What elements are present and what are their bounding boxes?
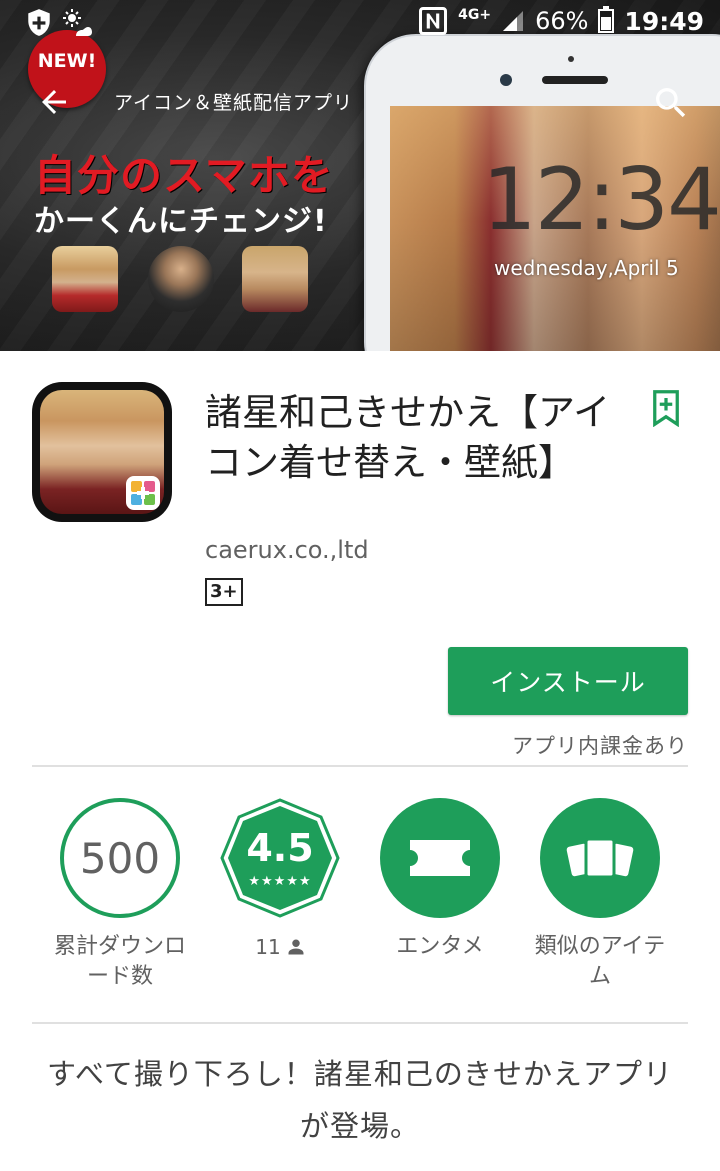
banner-tagline: アイコン＆壁紙配信アプリ: [114, 92, 354, 114]
sample-icon-1: [52, 246, 118, 312]
downloads-badge: 500: [60, 798, 180, 918]
brightness-auto-icon: [63, 9, 92, 36]
phone-wallpaper: 12:34 wednesday,April 5: [390, 106, 720, 351]
install-button[interactable]: インストール: [448, 647, 688, 715]
search-button[interactable]: [648, 80, 694, 126]
battery-icon: [598, 6, 615, 33]
downloads-stat: 500 累計ダウンロード数: [40, 798, 200, 992]
search-icon: [656, 88, 686, 118]
ticket-icon: [410, 840, 470, 876]
downloads-label: 累計ダウンロード数: [53, 934, 186, 989]
hero-banner: 12:34 wednesday,April 5 アイコン＆壁紙配信アプリ 自分の…: [0, 0, 720, 351]
phone-speaker: [542, 76, 608, 84]
rating-stars: ★★★★★: [248, 874, 312, 889]
banner-subheadline: かーくんにチェンジ!: [34, 204, 328, 239]
app-description[interactable]: すべて撮り下ろし！諸星和己のきせかえアプリが登場。: [40, 1048, 680, 1152]
sample-icon-3: [242, 246, 308, 312]
lockscreen-time: 12:34: [482, 150, 720, 250]
content-rating-badge: 3+: [205, 578, 243, 606]
similar-label: 類似のアイテム: [534, 934, 666, 989]
lockscreen-date: wednesday,April 5: [494, 256, 679, 280]
app-title: 諸星和己きせかえ【アイコン着せ替え・壁紙】: [205, 391, 611, 484]
person-icon: [288, 939, 304, 955]
divider: [32, 1022, 688, 1024]
app-icon-image: [40, 390, 164, 514]
banner-headline: 自分のスマホを: [34, 151, 334, 200]
category-badge: [380, 798, 500, 918]
category-stat[interactable]: エンタメ: [360, 798, 520, 962]
battery-percent: 66%: [535, 7, 589, 35]
bookmark-add-icon: [653, 390, 679, 427]
phone-camera: [500, 74, 512, 86]
rating-stat[interactable]: 4.5 ★★★★★ 11: [200, 798, 360, 963]
theme-badge-icon: [126, 476, 160, 510]
rating-value: 4.5: [246, 826, 314, 870]
cards-icon: [566, 837, 634, 879]
nfc-icon: [419, 7, 448, 35]
review-count: 11: [255, 932, 304, 962]
signal-icon: [503, 11, 524, 31]
app-icon: [32, 382, 172, 522]
add-to-wishlist-button[interactable]: [646, 388, 686, 428]
rating-badge: 4.5 ★★★★★: [220, 798, 340, 918]
shield-plus-icon: [28, 9, 50, 36]
divider: [32, 765, 688, 767]
similar-stat[interactable]: 類似のアイテム: [520, 798, 680, 992]
similar-badge: [540, 798, 660, 918]
category-label: エンタメ: [396, 934, 484, 959]
sample-icon-2: [148, 246, 214, 312]
developer-link[interactable]: caerux.co.,ltd: [205, 536, 369, 564]
phone-sensor: [568, 56, 574, 62]
back-arrow-icon: [42, 90, 66, 114]
back-button[interactable]: [34, 80, 74, 124]
network-type: 4G+: [458, 7, 492, 23]
status-bar: 4G+ 66% 19:49: [0, 0, 720, 48]
in-app-purchases-note: アプリ内課金あり: [512, 734, 688, 758]
review-count-value: 11: [255, 935, 281, 959]
clock: 19:49: [624, 6, 704, 36]
